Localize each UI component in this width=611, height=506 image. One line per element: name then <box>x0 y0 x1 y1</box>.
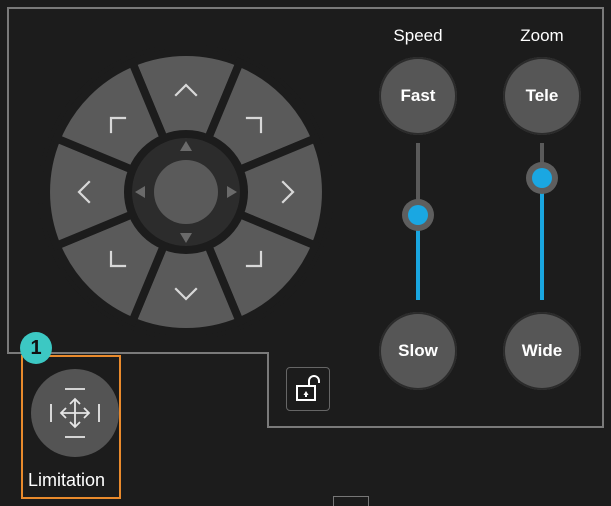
bottom-tab-handle[interactable] <box>333 496 369 506</box>
limitation-button[interactable] <box>31 369 119 457</box>
home-center-button[interactable] <box>154 160 218 224</box>
unlock-icon <box>296 375 320 401</box>
speed-slow-button[interactable]: Slow <box>379 312 457 390</box>
zoom-slider-fill <box>540 178 544 300</box>
zoom-slider[interactable] <box>526 143 558 300</box>
speed-fast-button[interactable]: Fast <box>379 57 457 135</box>
speed-slider-knob[interactable] <box>402 199 434 231</box>
zoom-label: Zoom <box>520 26 564 45</box>
speed-slider[interactable] <box>402 143 434 300</box>
zoom-wide-button[interactable]: Wide <box>503 312 581 390</box>
move-arrows-icon <box>50 388 100 438</box>
ptz-direction-pad <box>36 42 336 342</box>
limitation-label: Limitation <box>28 470 106 490</box>
speed-label: Speed <box>393 26 443 45</box>
zoom-tele-button[interactable]: Tele <box>503 57 581 135</box>
zoom-slider-knob[interactable] <box>526 162 558 194</box>
step-number-badge: 1 <box>20 332 52 364</box>
lock-toggle-button[interactable] <box>286 367 330 411</box>
